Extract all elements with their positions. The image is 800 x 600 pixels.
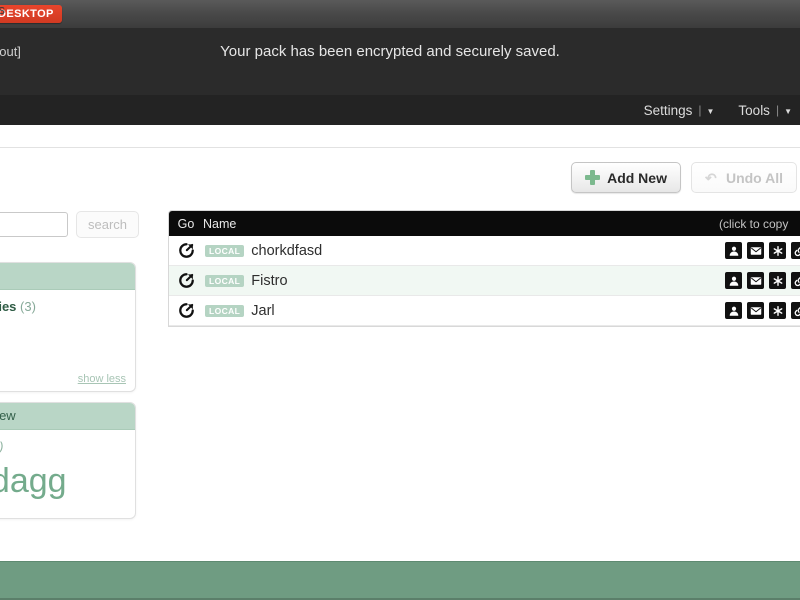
search-button[interactable]: search: [76, 211, 140, 238]
copy-email-button[interactable]: [747, 302, 764, 319]
local-badge: LOCAL: [205, 274, 245, 287]
menu-item-tools[interactable]: Tools | ▼: [738, 103, 792, 118]
undo-arrow-icon: ↶: [704, 169, 717, 186]
flash-message: Your pack has been encrypted and securel…: [220, 43, 560, 60]
add-new-button[interactable]: Add New: [571, 162, 681, 193]
envelope-icon: [750, 246, 761, 255]
user-icon: [729, 276, 738, 286]
entry-name[interactable]: Jarl: [251, 303, 274, 319]
copy-password-button[interactable]: [769, 242, 786, 259]
cell-name: LOCAL chorkdfasd: [203, 243, 322, 259]
asterisk-icon: [773, 245, 782, 256]
menu-separator: |: [775, 103, 780, 117]
cell-go: [169, 272, 203, 289]
stats-panel-body: ed entries (3) s level show less: [0, 290, 135, 390]
view-switch-suffix: view: [0, 408, 16, 423]
copy-username-button[interactable]: [725, 302, 742, 319]
menu-item-settings[interactable]: Settings | ▼: [644, 103, 715, 118]
show-less-link[interactable]: show less: [78, 373, 126, 385]
undo-all-button-label: Undo All: [725, 169, 783, 186]
search-row: search: [0, 211, 140, 238]
search-input[interactable]: [0, 212, 68, 237]
tagcloud-panel: o List view gged (1) asdagg: [0, 402, 136, 519]
user-icon: [729, 306, 738, 316]
stat-label: ed entries: [0, 299, 17, 314]
envelope-icon: [750, 276, 761, 285]
top-strip: DESKTOP: [0, 0, 800, 28]
menu-bar: Settings | ▼ Tools | ▼ Acco: [0, 95, 800, 125]
menu-separator: |: [698, 103, 702, 117]
app-window: DESKTOP gout] Your pack has been encrypt…: [0, 0, 800, 600]
cell-name: LOCAL Fistro: [203, 273, 288, 289]
column-header-name: Name: [203, 216, 237, 231]
tag-word[interactable]: asdagg: [0, 460, 125, 502]
stat-line-second: s: [0, 321, 125, 336]
copy-link-button[interactable]: [791, 272, 800, 289]
link-icon: [794, 305, 800, 316]
toolbar: Add New ↶ Undo All ✓: [571, 162, 800, 193]
cell-name: LOCAL Jarl: [203, 303, 275, 319]
menu-item-settings-label: Settings: [643, 102, 693, 118]
add-new-button-label: Add New: [607, 169, 667, 186]
dark-header-bar: [0, 28, 800, 95]
entry-name[interactable]: Fistro: [251, 273, 287, 289]
tagcloud-panel-header-label: o List view: [0, 408, 16, 423]
tagcloud-note: gged (1): [0, 439, 125, 454]
cell-go: [169, 242, 203, 259]
entry-name[interactable]: chorkdfasd: [251, 243, 322, 259]
stats-panel: ed entries (3) s level show less: [0, 262, 136, 392]
stat-line-level: level: [0, 343, 125, 358]
footer-bar: [0, 561, 800, 600]
asterisk-icon: [773, 275, 782, 286]
copy-username-button[interactable]: [725, 242, 742, 259]
sub-header-label: entries: [0, 2, 6, 17]
chevron-down-icon[interactable]: ▼: [784, 107, 792, 116]
cell-actions: [725, 302, 800, 319]
launch-icon[interactable]: [178, 242, 195, 259]
copy-email-button[interactable]: [747, 242, 764, 259]
cell-go: [169, 302, 203, 319]
cell-actions: [725, 272, 800, 289]
copy-link-button[interactable]: [791, 302, 800, 319]
launch-icon[interactable]: [178, 272, 195, 289]
copy-password-button[interactable]: [769, 302, 786, 319]
table-header-row: Go Name (click to copy: [169, 211, 800, 236]
stat-line-unlocked-entries: ed entries (3): [0, 299, 125, 314]
local-badge: LOCAL: [205, 244, 245, 257]
menu-item-tools-label: Tools: [738, 102, 770, 118]
local-badge: LOCAL: [205, 304, 245, 317]
sub-header-bar: [0, 125, 800, 148]
undo-all-button[interactable]: ↶ Undo All: [690, 162, 797, 193]
tagcloud-panel-body: gged (1) asdagg: [0, 430, 135, 510]
envelope-icon: [750, 306, 761, 315]
copy-link-button[interactable]: [791, 242, 800, 259]
link-icon: [794, 275, 800, 286]
tagcloud-panel-header: o List view: [0, 403, 135, 430]
stats-panel-header: [0, 263, 135, 290]
entries-table: Go Name (click to copy LOCAL chorkdfasd: [168, 210, 800, 327]
table-row[interactable]: LOCAL Jarl: [169, 296, 800, 326]
copy-username-button[interactable]: [725, 272, 742, 289]
launch-icon[interactable]: [178, 302, 195, 319]
copy-email-button[interactable]: [747, 272, 764, 289]
desktop-badge: DESKTOP: [0, 5, 62, 23]
stat-count: (3): [20, 299, 36, 314]
table-row[interactable]: LOCAL chorkdfasd: [169, 236, 800, 266]
chevron-down-icon[interactable]: ▼: [707, 107, 715, 116]
asterisk-icon: [773, 305, 782, 316]
cell-actions: [725, 242, 800, 259]
user-icon: [729, 246, 738, 256]
plus-icon: [585, 170, 601, 185]
column-header-go: Go: [177, 216, 195, 231]
menu-items: Settings | ▼ Tools | ▼ Acco: [644, 95, 800, 125]
link-icon: [794, 245, 800, 256]
column-header-copy-hint: (click to copy: [719, 216, 789, 231]
copy-password-button[interactable]: [769, 272, 786, 289]
table-row[interactable]: LOCAL Fistro: [169, 266, 800, 296]
